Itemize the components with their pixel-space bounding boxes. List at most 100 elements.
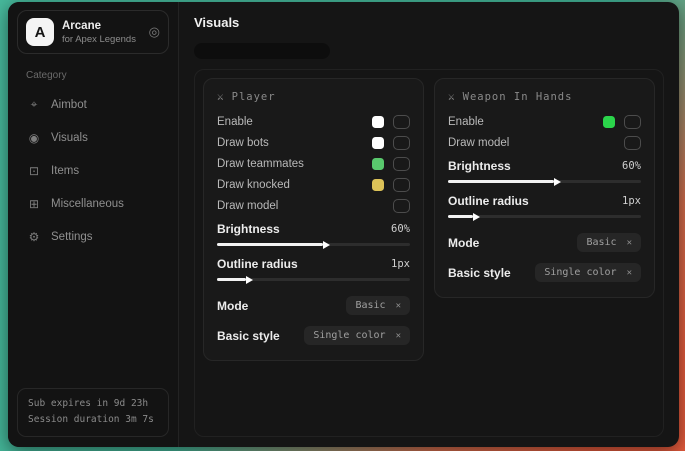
color-swatch[interactable]	[603, 116, 615, 128]
select-row: Mode Basic ✕	[217, 292, 410, 319]
toggle-row: Draw knocked	[217, 174, 410, 195]
sidebar-item-label: Miscellaneous	[51, 198, 124, 210]
toggle-label: Draw knocked	[217, 179, 290, 191]
target-icon[interactable]: ◎	[149, 24, 160, 40]
slider-track[interactable]	[448, 215, 641, 218]
app-header-card: A Arcane for Apex Legends ◎	[17, 10, 169, 54]
slider-thumb[interactable]	[554, 178, 561, 186]
subscription-info-card: Sub expires in 9d 23h Session duration 3…	[17, 388, 169, 437]
slider-track[interactable]	[217, 278, 410, 281]
sidebar-nav: ⌖ Aimbot ◉ Visuals ⊡ Items ⊞ Miscellaneo…	[17, 91, 169, 257]
sub-expires-text: Sub expires in 9d 23h	[28, 396, 158, 413]
tab-bar	[194, 43, 330, 59]
clear-icon[interactable]: ✕	[627, 268, 632, 278]
toggle-label: Draw model	[217, 200, 278, 212]
clear-icon[interactable]: ✕	[396, 301, 401, 311]
slider-track[interactable]	[448, 180, 641, 183]
slider-label: Brightness	[217, 222, 280, 236]
select-label: Mode	[217, 299, 248, 313]
app-subtitle: for Apex Legends	[62, 34, 136, 45]
toggle-row: Enable	[217, 111, 410, 132]
slider-value: 60%	[622, 160, 641, 172]
toggle-label: Draw teammates	[217, 158, 304, 170]
slider-fill	[448, 180, 554, 183]
slider-thumb[interactable]	[323, 241, 330, 249]
select-list: Mode Basic ✕ Basic style Single color ✕	[217, 292, 410, 349]
toggle-checkbox[interactable]	[624, 115, 641, 129]
eye-icon: ◉	[27, 131, 41, 145]
toggle-label: Enable	[217, 116, 253, 128]
select-tag[interactable]: Basic ✕	[577, 233, 641, 252]
slider-fill	[448, 215, 473, 218]
slider-thumb[interactable]	[473, 213, 480, 221]
tag-label: Single color	[544, 267, 616, 278]
app-logo: A	[26, 18, 54, 46]
clear-icon[interactable]: ✕	[627, 238, 632, 248]
swords-icon: ⚔	[448, 90, 455, 103]
slider-row: Brightness 60%	[448, 159, 641, 183]
select-tag[interactable]: Single color ✕	[304, 326, 410, 345]
session-duration-text: Session duration 3m 7s	[28, 412, 158, 429]
crosshair-icon: ⌖	[27, 97, 41, 112]
tag-label: Single color	[313, 330, 385, 341]
color-swatch[interactable]	[372, 137, 384, 149]
slider-row: Outline radius 1px	[217, 257, 410, 281]
select-tag[interactable]: Single color ✕	[535, 263, 641, 282]
sidebar: A Arcane for Apex Legends ◎ Category ⌖ A…	[8, 2, 179, 447]
color-swatch[interactable]	[372, 116, 384, 128]
select-label: Basic style	[448, 266, 511, 280]
clear-icon[interactable]: ✕	[396, 331, 401, 341]
toggle-checkbox[interactable]	[393, 199, 410, 213]
swords-icon: ⚔	[217, 90, 224, 103]
toggle-list: Enable Draw model	[448, 111, 641, 153]
slider-row: Outline radius 1px	[448, 194, 641, 218]
toggle-row: Draw model	[448, 132, 641, 153]
toggle-checkbox[interactable]	[393, 157, 410, 171]
slider-label: Brightness	[448, 159, 511, 173]
toggle-checkbox[interactable]	[393, 136, 410, 150]
toggle-row: Draw bots	[217, 132, 410, 153]
panel-title: Player	[232, 91, 276, 103]
select-tag[interactable]: Basic ✕	[346, 296, 410, 315]
box-icon: ⊡	[27, 164, 41, 178]
toggle-label: Draw bots	[217, 137, 269, 149]
toggle-row: Draw model	[217, 195, 410, 216]
toggle-list: Enable Draw bots	[217, 111, 410, 216]
slider-value: 1px	[391, 258, 410, 270]
grid-icon: ⊞	[27, 197, 41, 211]
sidebar-item-label: Aimbot	[51, 99, 87, 111]
slider-fill	[217, 278, 246, 281]
tag-label: Basic	[586, 237, 616, 248]
slider-label: Outline radius	[217, 257, 298, 271]
slider-list: Brightness 60% Outline	[448, 159, 641, 218]
app-name: Arcane	[62, 20, 136, 32]
toggle-checkbox[interactable]	[624, 136, 641, 150]
panel-header: ⚔ Weapon In Hands	[448, 90, 641, 103]
page-title: Visuals	[194, 15, 664, 30]
slider-value: 1px	[622, 195, 641, 207]
toggle-row: Enable	[448, 111, 641, 132]
category-label: Category	[26, 70, 165, 81]
slider-list: Brightness 60% Outline	[217, 222, 410, 281]
select-row: Basic style Single color ✕	[448, 259, 641, 286]
tab-content: ⚔ Player Enable Draw b	[194, 69, 664, 437]
select-row: Basic style Single color ✕	[217, 322, 410, 349]
toggle-label: Draw model	[448, 137, 509, 149]
color-swatch[interactable]	[372, 158, 384, 170]
panel-title: Weapon In Hands	[463, 91, 573, 103]
toggle-checkbox[interactable]	[393, 115, 410, 129]
select-label: Basic style	[217, 329, 280, 343]
select-list: Mode Basic ✕ Basic style Single color ✕	[448, 229, 641, 286]
select-label: Mode	[448, 236, 479, 250]
slider-track[interactable]	[217, 243, 410, 246]
slider-thumb[interactable]	[246, 276, 253, 284]
app-window: A Arcane for Apex Legends ◎ Category ⌖ A…	[8, 2, 679, 447]
toggle-row: Draw teammates	[217, 153, 410, 174]
sidebar-item-label: Visuals	[51, 132, 88, 144]
toggle-checkbox[interactable]	[393, 178, 410, 192]
select-row: Mode Basic ✕	[448, 229, 641, 256]
slider-label: Outline radius	[448, 194, 529, 208]
color-swatch[interactable]	[372, 179, 384, 191]
sidebar-item-label: Settings	[51, 231, 93, 243]
slider-fill	[217, 243, 323, 246]
